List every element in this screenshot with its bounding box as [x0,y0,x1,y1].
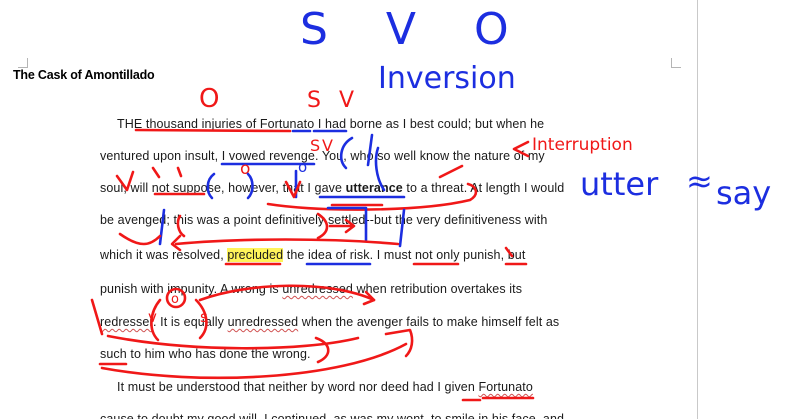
tick-will [151,166,161,179]
small-v-mark: V [322,136,333,155]
red-paren-wrong [314,336,330,364]
arrow-dashes [328,218,356,234]
utter-label: utter [580,165,659,203]
interruption-label: Interruption [532,135,633,155]
blue-bar-avenged [158,208,166,246]
red-curve-which [118,232,162,246]
o-mark: O [199,84,219,114]
v-mark: V [339,88,354,113]
v-check-soul [115,170,135,192]
red-arc-bottom [106,334,360,350]
red-slash-threat [438,164,464,179]
red-arrow-line [174,238,400,246]
inversion-label: Inversion [378,61,516,96]
blue-bar-but [398,208,406,248]
interruption-arrow [512,140,530,158]
blue-box-utterance [326,206,368,242]
blue-bar-you [366,133,374,167]
tick-not [176,166,183,178]
word-document-canvas: The Cask of Amontillado THE thousand inj… [0,0,800,419]
paren-however-open [206,172,216,200]
small-s-mark: S [310,136,320,155]
red-circle-o-letter: o [171,292,179,307]
tick-but [504,246,514,258]
say-label: say [716,174,771,212]
paren-open-you [339,136,354,170]
v-check-gave [284,180,302,199]
blue-bracket-right [374,146,386,192]
red-arc-top [198,284,376,302]
svo-heading-ink: S V O [300,4,531,55]
paren-settled [316,212,329,240]
ink-annotation-layer: S V O Inversion utter ≈ say Interruption… [90,4,771,402]
s-mark: S [307,88,321,113]
underline-thousand-injuries [134,128,292,133]
red-tick-left [90,298,104,336]
small-o-mark-2: o [298,158,307,176]
paren-this [176,214,186,238]
approx-symbol: ≈ [686,162,713,200]
svo-heading: S V O [300,4,531,55]
